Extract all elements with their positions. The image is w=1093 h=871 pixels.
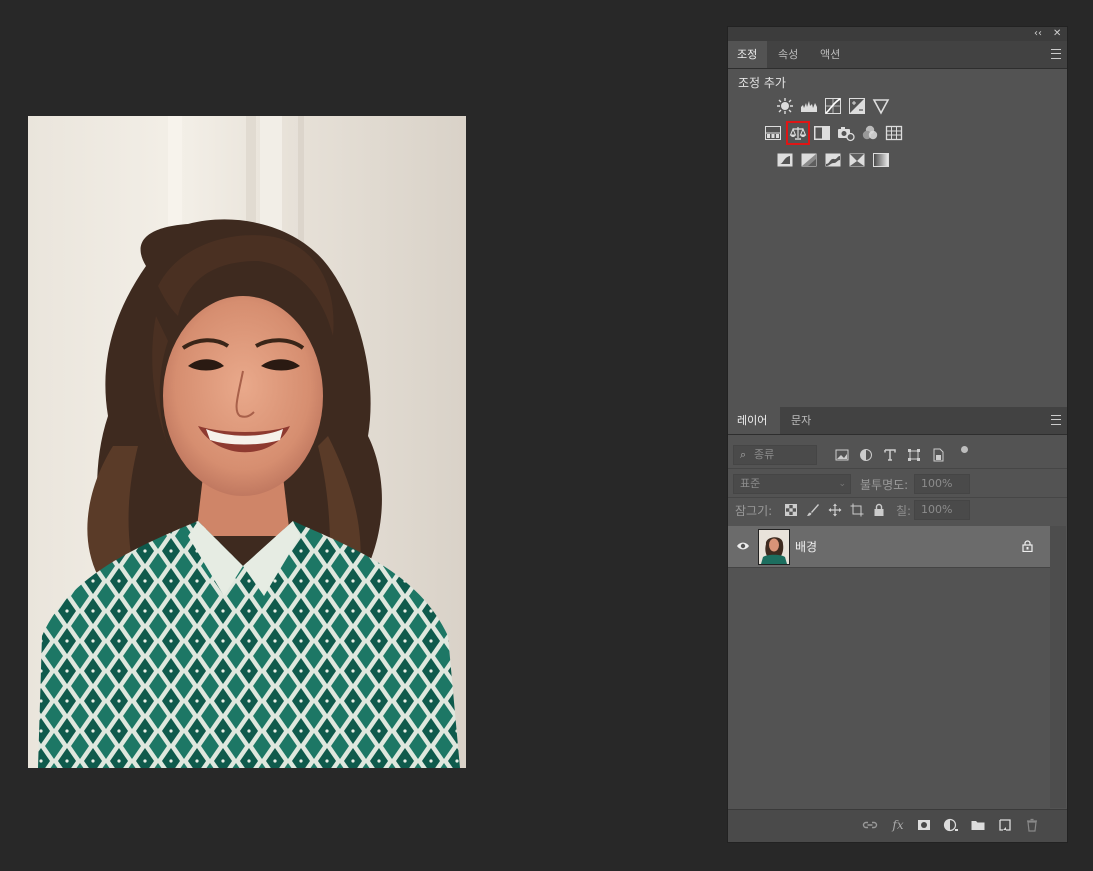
color-balance-icon[interactable] [786, 121, 810, 145]
opacity-value: 100% [921, 477, 953, 490]
fill-label: 칠: [896, 504, 912, 518]
eye-icon[interactable] [736, 541, 750, 551]
blend-mode-value: 표준 [740, 477, 761, 490]
adjustments-tabbar: 조정 속성 액션 [728, 41, 1067, 69]
layer-list [728, 526, 1050, 808]
dock-title-strip: ‹‹ ✕ [728, 27, 1067, 41]
portrait-photo [28, 116, 466, 768]
layers-tabbar: 레이어 문자 [728, 407, 1067, 435]
close-icon[interactable]: ✕ [1053, 27, 1061, 41]
filter-shape-layers-icon[interactable] [907, 448, 921, 462]
gradient-map-icon[interactable] [872, 151, 890, 169]
layer-thumbnail [758, 529, 790, 565]
blend-mode-select[interactable]: 표준 ⌄ [733, 474, 851, 494]
layers-bottom-bar: fx [728, 809, 1067, 842]
tab-actions[interactable]: 액션 [811, 41, 851, 68]
search-icon: ⌕ [740, 448, 747, 461]
lock-position-icon[interactable] [828, 503, 842, 517]
new-group-icon[interactable] [970, 818, 986, 832]
layer-name[interactable]: 배경 [795, 538, 817, 555]
filter-pixel-layers-icon[interactable] [835, 448, 849, 462]
adjustments-panel-menu-icon[interactable] [1051, 49, 1061, 59]
black-white-icon[interactable] [813, 124, 831, 142]
selective-color-icon[interactable] [848, 151, 866, 169]
layers-panel: 레이어 문자 ⌕ 종류 표준 ⌄ 불투명도: 100% 잠그기: 칠: 100%… [728, 407, 1067, 842]
panel-dock: ‹‹ ✕ 조정 속성 액션 조정 추가 레이어 문자 ⌕ 종류 표준 ⌄ 불투명… [727, 26, 1068, 843]
layer-style-fx-icon[interactable]: fx [890, 818, 906, 832]
layer-row-background[interactable]: 배경 [728, 526, 1050, 568]
chevron-down-icon: ⌄ [838, 479, 846, 489]
layer-list-scrollbar[interactable] [1050, 526, 1066, 808]
levels-icon[interactable] [800, 97, 818, 115]
filter-type-layers-icon[interactable] [883, 448, 897, 462]
tab-character[interactable]: 문자 [782, 407, 822, 434]
link-layers-icon[interactable] [862, 818, 878, 832]
curves-icon[interactable] [824, 97, 842, 115]
channel-mixer-icon[interactable] [861, 124, 879, 142]
lock-transparent-pixels-icon[interactable] [784, 503, 798, 517]
opacity-label: 불투명도: [860, 478, 909, 492]
exposure-icon[interactable] [848, 97, 866, 115]
add-mask-icon[interactable] [916, 818, 932, 832]
lock-image-pixels-icon[interactable] [806, 503, 820, 517]
lock-label: 잠그기: [735, 504, 773, 518]
tab-properties[interactable]: 속성 [769, 41, 809, 68]
vibrance-icon[interactable] [872, 97, 890, 115]
new-layer-icon[interactable] [997, 818, 1013, 832]
invert-icon[interactable] [776, 151, 794, 169]
document-canvas[interactable] [28, 116, 466, 768]
layer-filter-select[interactable]: ⌕ 종류 [733, 445, 817, 465]
lock-artboard-icon[interactable] [850, 503, 864, 517]
layer-lock-icon[interactable] [1022, 540, 1033, 552]
delete-layer-icon[interactable] [1024, 818, 1040, 832]
collapse-panels-icon[interactable]: ‹‹ [1034, 27, 1042, 41]
fill-field[interactable]: 100% [914, 500, 970, 520]
new-adjustment-layer-icon[interactable] [943, 818, 959, 832]
fill-value: 100% [921, 503, 953, 516]
threshold-icon[interactable] [824, 151, 842, 169]
lock-all-icon[interactable] [872, 503, 886, 517]
layers-panel-menu-icon[interactable] [1051, 415, 1061, 425]
photo-filter-icon[interactable] [837, 124, 855, 142]
posterize-icon[interactable] [800, 151, 818, 169]
adjustments-title: 조정 추가 [738, 76, 786, 90]
brightness-contrast-icon[interactable] [776, 97, 794, 115]
layer-filter-label: 종류 [754, 448, 775, 461]
adjustments-panel-body: 조정 추가 [728, 69, 1067, 406]
filter-adjustment-layers-icon[interactable] [859, 448, 873, 462]
filter-toggle-icon[interactable] [961, 446, 968, 453]
tab-adjustments[interactable]: 조정 [728, 41, 767, 68]
opacity-field[interactable]: 100% [914, 474, 970, 494]
color-lookup-icon[interactable] [885, 124, 903, 142]
hue-saturation-icon[interactable] [764, 124, 782, 142]
tab-layers[interactable]: 레이어 [728, 407, 780, 434]
filter-smart-objects-icon[interactable] [931, 448, 945, 462]
